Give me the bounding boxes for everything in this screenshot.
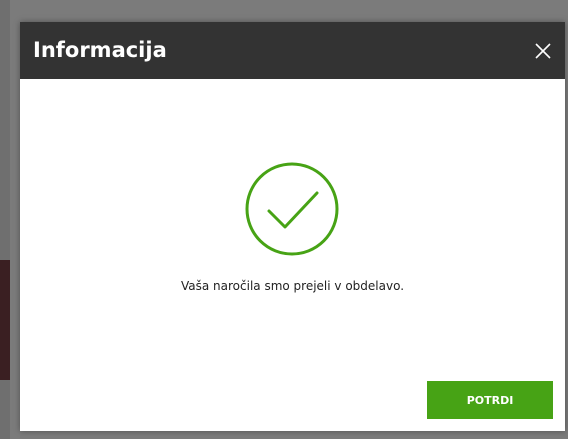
dialog-title: Informacija <box>33 38 167 62</box>
background-page-fragment <box>0 260 10 380</box>
check-circle-icon <box>245 162 339 256</box>
dialog-body: Vaša naročila smo prejeli v obdelavo. PO… <box>20 79 565 431</box>
info-dialog: Informacija Vaša naročila smo prejeli v … <box>20 22 565 431</box>
close-icon <box>535 43 551 59</box>
close-button[interactable] <box>531 39 555 63</box>
confirm-button[interactable]: POTRDI <box>427 381 553 419</box>
status-message: Vaša naročila smo prejeli v obdelavo. <box>180 279 405 293</box>
dialog-header: Informacija <box>20 22 565 79</box>
